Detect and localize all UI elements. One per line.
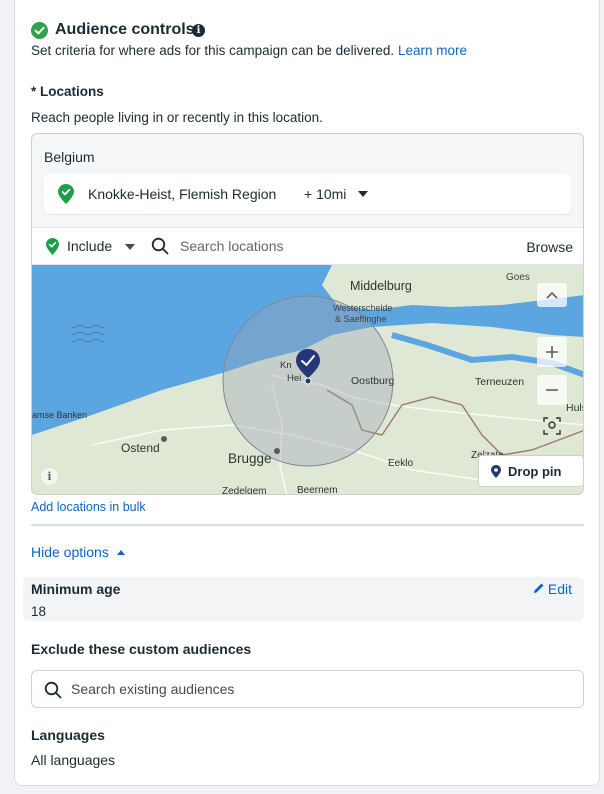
pin-icon <box>491 465 501 481</box>
minimum-age-label: Minimum age <box>31 581 121 597</box>
required-marker: * <box>31 84 37 99</box>
map-label: Hei <box>287 373 302 384</box>
chevron-down-icon[interactable] <box>125 244 135 250</box>
exclude-audiences-search-input[interactable]: Search existing audiences <box>31 670 584 708</box>
shield-check-icon <box>46 238 59 260</box>
map-label: Middelburg <box>350 279 412 293</box>
map-label: Goes <box>506 272 530 283</box>
map-label: & Saeftinghe <box>335 314 387 324</box>
drop-pin-label: Drop pin <box>508 464 562 479</box>
section-title: Audience controls <box>55 21 195 38</box>
locations-description: Reach people living in or recently in th… <box>31 110 323 125</box>
radius-selector[interactable]: + 10mi <box>304 186 346 202</box>
location-name: Knokke-Heist, Flemish Region <box>88 186 277 202</box>
description-text: Set criteria for where ads for this camp… <box>31 43 395 58</box>
search-icon <box>44 681 62 704</box>
location-map[interactable]: Middelburg Goes Westerschelde & Saefting… <box>32 265 583 495</box>
hide-options-label: Hide options <box>31 544 109 560</box>
locations-box: Belgium Knokke-Heist, Flemish Region + 1… <box>31 133 584 495</box>
map-label: Terneuzen <box>475 376 525 388</box>
map-label: Huls <box>566 402 583 414</box>
pencil-icon <box>533 583 544 593</box>
map-label: Zedelgem <box>222 486 267 495</box>
search-icon <box>151 237 169 260</box>
check-circle-icon <box>31 22 48 39</box>
map-collapse-button[interactable] <box>537 283 567 307</box>
learn-more-link[interactable]: Learn more <box>398 43 467 58</box>
languages-label: Languages <box>31 727 105 743</box>
map-label: Kn <box>280 360 292 371</box>
location-search-row: Include Search locations Browse <box>32 227 583 265</box>
locations-label-text: Locations <box>40 84 104 99</box>
map-label: Ostend <box>121 441 160 455</box>
browse-button[interactable]: Browse <box>526 239 573 255</box>
languages-value: All languages <box>31 752 116 768</box>
chevron-up-icon <box>116 550 125 555</box>
minimum-age-value: 18 <box>31 604 47 619</box>
exclude-audiences-placeholder: Search existing audiences <box>71 681 235 697</box>
location-search-input[interactable]: Search locations <box>180 238 284 254</box>
map-label: Oostburg <box>351 375 395 387</box>
zoom-out-button[interactable] <box>537 375 567 405</box>
locate-me-icon[interactable] <box>541 415 563 437</box>
zoom-in-button[interactable] <box>537 337 567 367</box>
hide-options-toggle[interactable]: Hide options <box>31 544 125 560</box>
divider <box>31 524 584 526</box>
map-label: Brugge <box>228 451 272 466</box>
info-icon[interactable]: i <box>192 24 205 37</box>
selected-location[interactable]: Knokke-Heist, Flemish Region + 10mi <box>44 174 571 214</box>
map-info-icon[interactable]: i <box>41 468 58 485</box>
map-label: Beernem <box>297 485 338 495</box>
minimum-age-section: Minimum age 18 Edit <box>23 577 584 621</box>
locations-label: * Locations <box>31 84 104 99</box>
drop-pin-button[interactable]: Drop pin <box>478 455 583 487</box>
section-description: Set criteria for where ads for this camp… <box>31 43 467 58</box>
edit-label: Edit <box>547 581 572 597</box>
map-label: amse Banken <box>32 410 88 420</box>
country-label: Belgium <box>44 149 95 165</box>
audience-controls-card: Audience controls i Set criteria for whe… <box>14 0 600 786</box>
exclude-audiences-label: Exclude these custom audiences <box>31 641 252 657</box>
include-dropdown[interactable]: Include <box>67 238 112 254</box>
location-pin-icon <box>58 184 74 204</box>
map-label: Westerschelde <box>333 303 393 313</box>
map-label: Eeklo <box>388 458 414 469</box>
edit-age-button[interactable]: Edit <box>533 581 572 597</box>
add-locations-bulk-link[interactable]: Add locations in bulk <box>31 500 146 514</box>
chevron-down-icon[interactable] <box>358 191 368 197</box>
